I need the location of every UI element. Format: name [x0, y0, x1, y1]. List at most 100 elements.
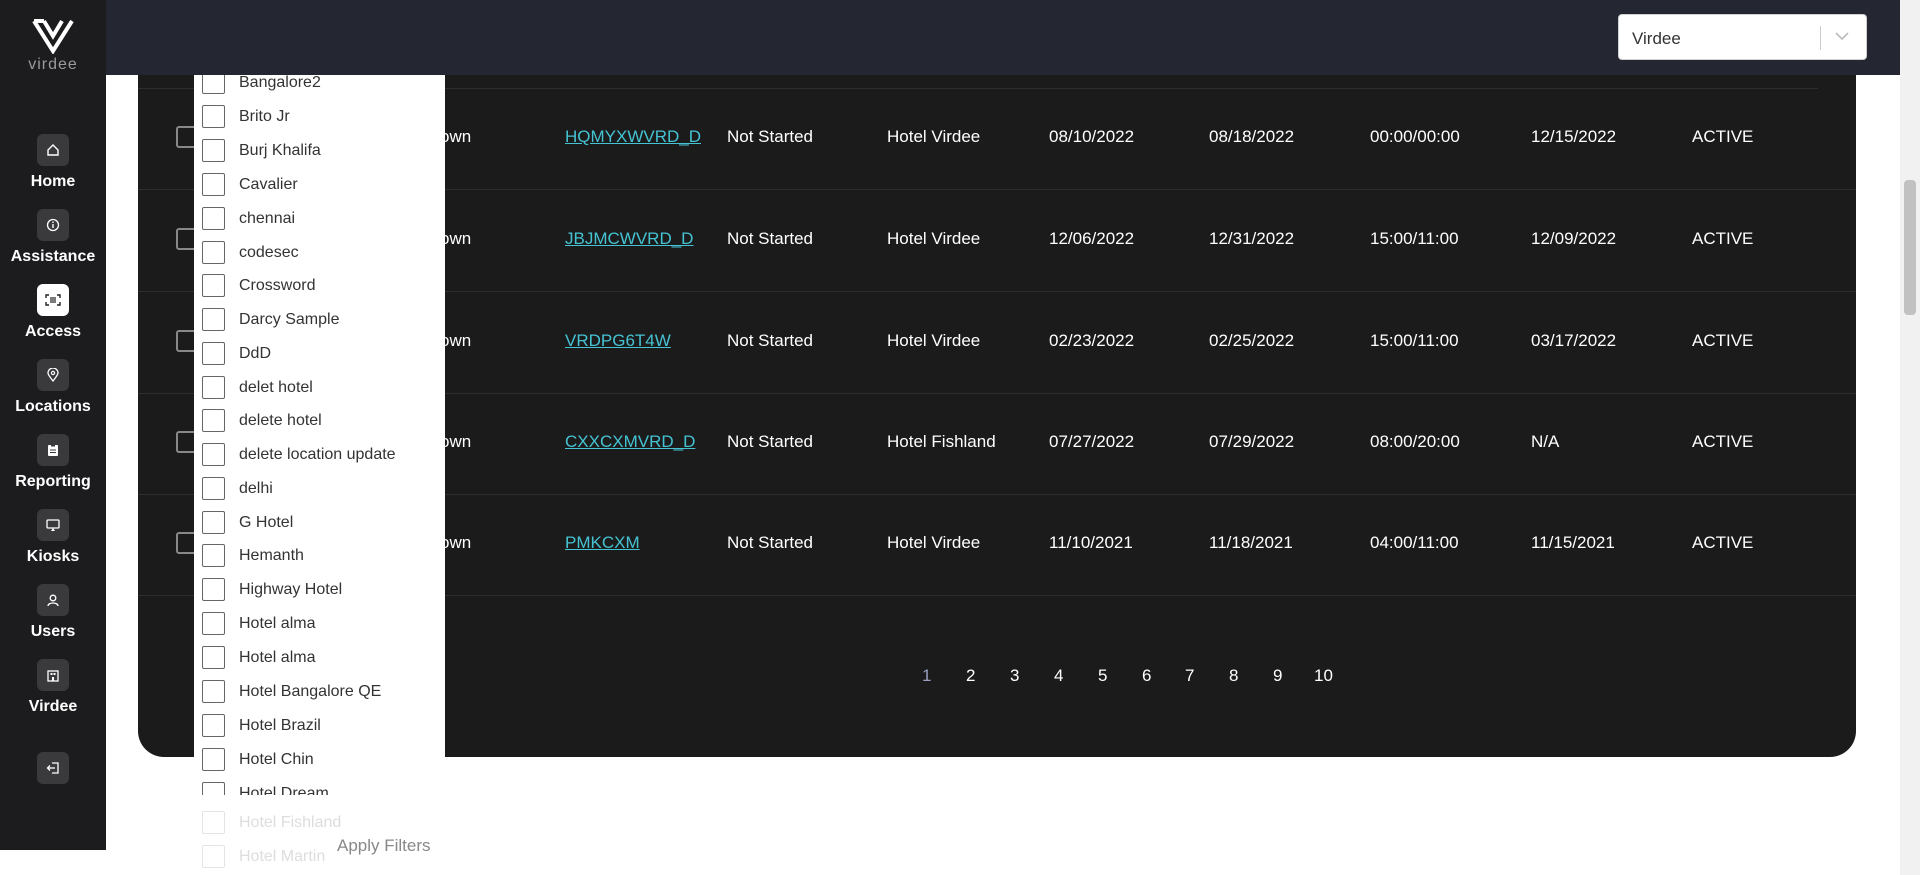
sidebar-item-label: Locations — [15, 398, 91, 415]
filter-checkbox[interactable] — [202, 544, 225, 567]
filter-option[interactable]: Cavalier — [194, 170, 445, 200]
home-icon — [37, 134, 69, 166]
filter-checkbox[interactable] — [202, 511, 225, 534]
cell-code-link[interactable]: JBJMCWVRD_D — [565, 229, 693, 249]
filter-option[interactable]: Hotel alma — [194, 643, 445, 673]
sidebar-item-users[interactable]: Users — [0, 584, 106, 641]
filter-option[interactable]: Hemanth — [194, 541, 445, 571]
filter-checkbox[interactable] — [202, 409, 225, 432]
sidebar-item-access[interactable]: Access — [0, 284, 106, 341]
cell-end-date: 08/18/2022 — [1209, 127, 1295, 146]
sidebar-item-assistance[interactable]: Assistance — [0, 209, 106, 266]
page-1[interactable]: 1 — [922, 666, 931, 686]
kiosk-icon — [37, 509, 69, 541]
cell-status: Not Started — [727, 533, 813, 552]
filter-option-label: DdD — [239, 345, 272, 362]
sidebar-item-virdee[interactable]: Virdee — [0, 659, 106, 716]
page-6[interactable]: 6 — [1142, 666, 1151, 686]
filter-option[interactable]: chennai — [194, 204, 445, 234]
cell-hotel: Hotel Virdee — [887, 127, 981, 146]
filter-option[interactable]: Hotel Chin — [194, 745, 445, 775]
filter-checkbox[interactable] — [202, 241, 225, 264]
filter-option-label: Burj Khalifa — [239, 142, 321, 159]
sidebar-item-locations[interactable]: Locations — [0, 359, 106, 416]
sidebar-item-label: Virdee — [28, 698, 78, 715]
filter-option-label: Darcy Sample — [239, 311, 340, 328]
filter-option[interactable]: Hotel Brazil — [194, 711, 445, 741]
filter-checkbox[interactable] — [202, 308, 225, 331]
filter-checkbox[interactable] — [202, 105, 225, 128]
page-10[interactable]: 10 — [1314, 666, 1333, 686]
cell-status: Not Started — [727, 331, 813, 350]
filter-option[interactable]: Crossword — [194, 271, 445, 301]
cell-status: Not Started — [727, 127, 813, 146]
filter-checkbox[interactable] — [202, 646, 225, 669]
sidebar: virdee Home Assistance Access Locations … — [0, 0, 106, 850]
filter-checkbox[interactable] — [202, 714, 225, 737]
page-8[interactable]: 8 — [1229, 666, 1238, 686]
filter-option[interactable]: Darcy Sample — [194, 305, 445, 335]
cell-end-date: 07/29/2022 — [1209, 432, 1295, 451]
filter-option[interactable]: Brito Jr — [194, 102, 445, 132]
filter-option-label: chennai — [239, 210, 296, 227]
clipboard-icon — [37, 434, 69, 466]
filter-option[interactable]: Bangalore2 — [194, 75, 445, 98]
filter-option[interactable]: Highway Hotel — [194, 575, 445, 605]
filter-checkbox[interactable] — [202, 845, 225, 868]
sidebar-item-kiosks[interactable]: Kiosks — [0, 509, 106, 566]
filter-option[interactable]: Burj Khalifa — [194, 136, 445, 166]
page-9[interactable]: 9 — [1273, 666, 1282, 686]
filter-option[interactable]: Hotel Bangalore QE — [194, 677, 445, 707]
cell-status: Not Started — [727, 432, 813, 451]
sidebar-item-reporting[interactable]: Reporting — [0, 434, 106, 491]
filter-checkbox[interactable] — [202, 342, 225, 365]
filter-checkbox[interactable] — [202, 376, 225, 399]
cell-code-link[interactable]: PMKCXM — [565, 533, 640, 553]
page-5[interactable]: 5 — [1098, 666, 1107, 686]
cell-state: ACTIVE — [1692, 432, 1754, 451]
filter-option[interactable]: delet hotel — [194, 373, 445, 403]
page-scrollbar[interactable] — [1900, 0, 1920, 875]
sidebar-item-label: Home — [30, 173, 76, 190]
filter-option[interactable]: delete location update — [194, 440, 445, 470]
filter-checkbox[interactable] — [202, 811, 225, 834]
sidebar-item-home[interactable]: Home — [0, 134, 106, 191]
sidebar-item-label: Kiosks — [26, 548, 80, 565]
filter-option[interactable]: delete hotel — [194, 406, 445, 436]
filter-checkbox[interactable] — [202, 680, 225, 703]
scrollbar-thumb[interactable] — [1904, 180, 1916, 315]
page-4[interactable]: 4 — [1054, 666, 1063, 686]
filter-checkbox[interactable] — [202, 139, 225, 162]
apply-filters-button[interactable]: Apply Filters — [337, 836, 431, 856]
filter-checkbox[interactable] — [202, 173, 225, 196]
property-select[interactable]: Virdee — [1618, 14, 1867, 60]
filter-checkbox[interactable] — [202, 207, 225, 230]
scan-icon — [37, 284, 69, 316]
filter-checkbox[interactable] — [202, 75, 225, 94]
filter-option-label: codesec — [239, 244, 299, 261]
cell-code-link[interactable]: CXXCXMVRD_D — [565, 432, 695, 452]
filter-option[interactable]: DdD — [194, 339, 445, 369]
filter-checkbox[interactable] — [202, 477, 225, 500]
virdee-logo: virdee — [0, 18, 106, 74]
filter-checkbox[interactable] — [202, 443, 225, 466]
page-2[interactable]: 2 — [966, 666, 975, 686]
logout-button[interactable] — [0, 752, 106, 784]
filter-checkbox[interactable] — [202, 578, 225, 601]
filter-checkbox[interactable] — [202, 274, 225, 297]
cell-code-link[interactable]: VRDPG6T4W — [565, 331, 671, 351]
filter-option[interactable]: delhi — [194, 474, 445, 504]
filter-checkbox[interactable] — [202, 612, 225, 635]
filter-option[interactable]: G Hotel — [194, 508, 445, 538]
page-7[interactable]: 7 — [1185, 666, 1194, 686]
filter-option-label: Hemanth — [239, 547, 304, 564]
filter-option[interactable]: Hotel alma — [194, 609, 445, 639]
filter-checkbox[interactable] — [202, 748, 225, 771]
filter-option[interactable]: Hotel Dream — [194, 779, 445, 795]
chevron-down-icon[interactable] — [1835, 32, 1849, 41]
page-3[interactable]: 3 — [1010, 666, 1019, 686]
filter-option-label: delete hotel — [239, 412, 322, 429]
cell-code-link[interactable]: HQMYXWVRD_D — [565, 127, 701, 147]
filter-checkbox[interactable] — [202, 782, 225, 795]
filter-option[interactable]: codesec — [194, 238, 445, 268]
